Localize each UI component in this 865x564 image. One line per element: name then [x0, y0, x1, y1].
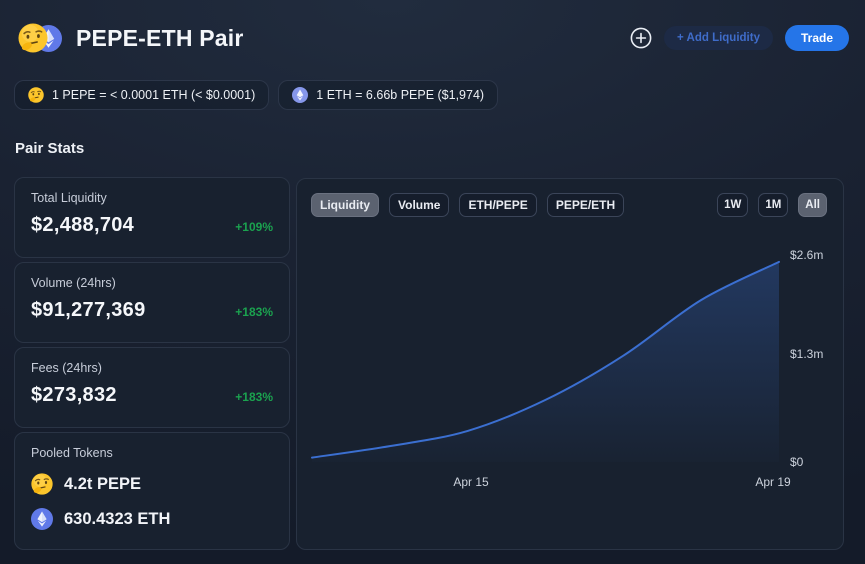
range-all-button[interactable]: All	[798, 193, 827, 217]
pair-header: PEPE-ETH Pair	[18, 23, 244, 53]
pepe-price-badge[interactable]: 1 PEPE = < 0.0001 ETH (< $0.0001)	[14, 80, 269, 110]
pooled-tokens-card: Pooled Tokens 4.2t PEPE 630.4323 ETH	[14, 432, 290, 550]
trade-button[interactable]: Trade	[785, 25, 849, 51]
pair-token-icons	[18, 23, 64, 53]
chart-range-buttons: 1W 1M All	[717, 193, 827, 217]
y-axis-tick: $2.6m	[790, 248, 823, 262]
stat-change-badge: +183%	[235, 390, 273, 407]
section-title: Pair Stats	[15, 140, 84, 157]
liquidity-chart-card: Liquidity Volume ETH/PEPE PEPE/ETH 1W 1M…	[296, 178, 844, 550]
pepe-thinking-face-icon	[28, 87, 44, 103]
chart-area-fill	[312, 262, 779, 462]
range-1w-button[interactable]: 1W	[717, 193, 748, 217]
pepe-thinking-face-icon	[31, 473, 53, 495]
stat-change-badge: +109%	[235, 220, 273, 237]
add-liquidity-button[interactable]: + Add Liquidity	[664, 26, 773, 50]
stat-label: Volume (24hrs)	[31, 276, 273, 290]
y-axis-tick: $1.3m	[790, 347, 823, 361]
price-badges: 1 PEPE = < 0.0001 ETH (< $0.0001) 1 ETH …	[14, 80, 498, 110]
plus-circle-icon	[630, 27, 652, 49]
stat-change-badge: +183%	[235, 305, 273, 322]
stat-row: $273,832 +183%	[31, 384, 273, 407]
pepe-eth-pair-page: PEPE-ETH Pair + Add Liquidity Trade	[0, 0, 865, 564]
tab-eth-pepe[interactable]: ETH/PEPE	[459, 193, 536, 217]
page-title: PEPE-ETH Pair	[76, 25, 244, 52]
tab-liquidity[interactable]: Liquidity	[311, 193, 379, 217]
chart-toolbar: Liquidity Volume ETH/PEPE PEPE/ETH 1W 1M…	[311, 193, 827, 217]
add-circle-button[interactable]	[630, 27, 652, 49]
tab-pepe-eth[interactable]: PEPE/ETH	[547, 193, 624, 217]
eth-price-text: 1 ETH = 6.66b PEPE ($1,974)	[316, 88, 484, 102]
eth-token-icon	[31, 508, 53, 530]
pooled-pepe-row: 4.2t PEPE	[31, 473, 273, 495]
eth-token-icon	[292, 87, 308, 103]
eth-price-badge[interactable]: 1 ETH = 6.66b PEPE ($1,974)	[278, 80, 498, 110]
stat-value: $91,277,369	[31, 299, 146, 322]
pepe-price-text: 1 PEPE = < 0.0001 ETH (< $0.0001)	[52, 88, 255, 102]
x-axis-tick: Apr 19	[755, 475, 790, 489]
stat-label: Total Liquidity	[31, 191, 273, 205]
pooled-eth-row: 630.4323 ETH	[31, 508, 273, 530]
header-actions: + Add Liquidity Trade	[630, 25, 849, 51]
range-1m-button[interactable]: 1M	[758, 193, 788, 217]
chart-metric-tabs: Liquidity Volume ETH/PEPE PEPE/ETH	[311, 193, 624, 217]
volume-24h-card: Volume (24hrs) $91,277,369 +183%	[14, 262, 290, 343]
liquidity-area-chart[interactable]	[311, 247, 781, 462]
header: PEPE-ETH Pair + Add Liquidity Trade	[18, 20, 849, 56]
stat-value: $2,488,704	[31, 214, 134, 237]
x-axis-tick: Apr 15	[453, 475, 488, 489]
pooled-tokens-label: Pooled Tokens	[31, 446, 273, 460]
fees-24h-card: Fees (24hrs) $273,832 +183%	[14, 347, 290, 428]
pooled-eth-amount: 630.4323 ETH	[64, 510, 170, 529]
stat-row: $91,277,369 +183%	[31, 299, 273, 322]
y-axis-tick: $0	[790, 455, 803, 469]
pepe-thinking-face-icon	[18, 23, 48, 53]
stat-label: Fees (24hrs)	[31, 361, 273, 375]
total-liquidity-card: Total Liquidity $2,488,704 +109%	[14, 177, 290, 258]
pooled-pepe-amount: 4.2t PEPE	[64, 475, 141, 494]
tab-volume[interactable]: Volume	[389, 193, 449, 217]
stat-row: $2,488,704 +109%	[31, 214, 273, 237]
stat-value: $273,832	[31, 384, 117, 407]
